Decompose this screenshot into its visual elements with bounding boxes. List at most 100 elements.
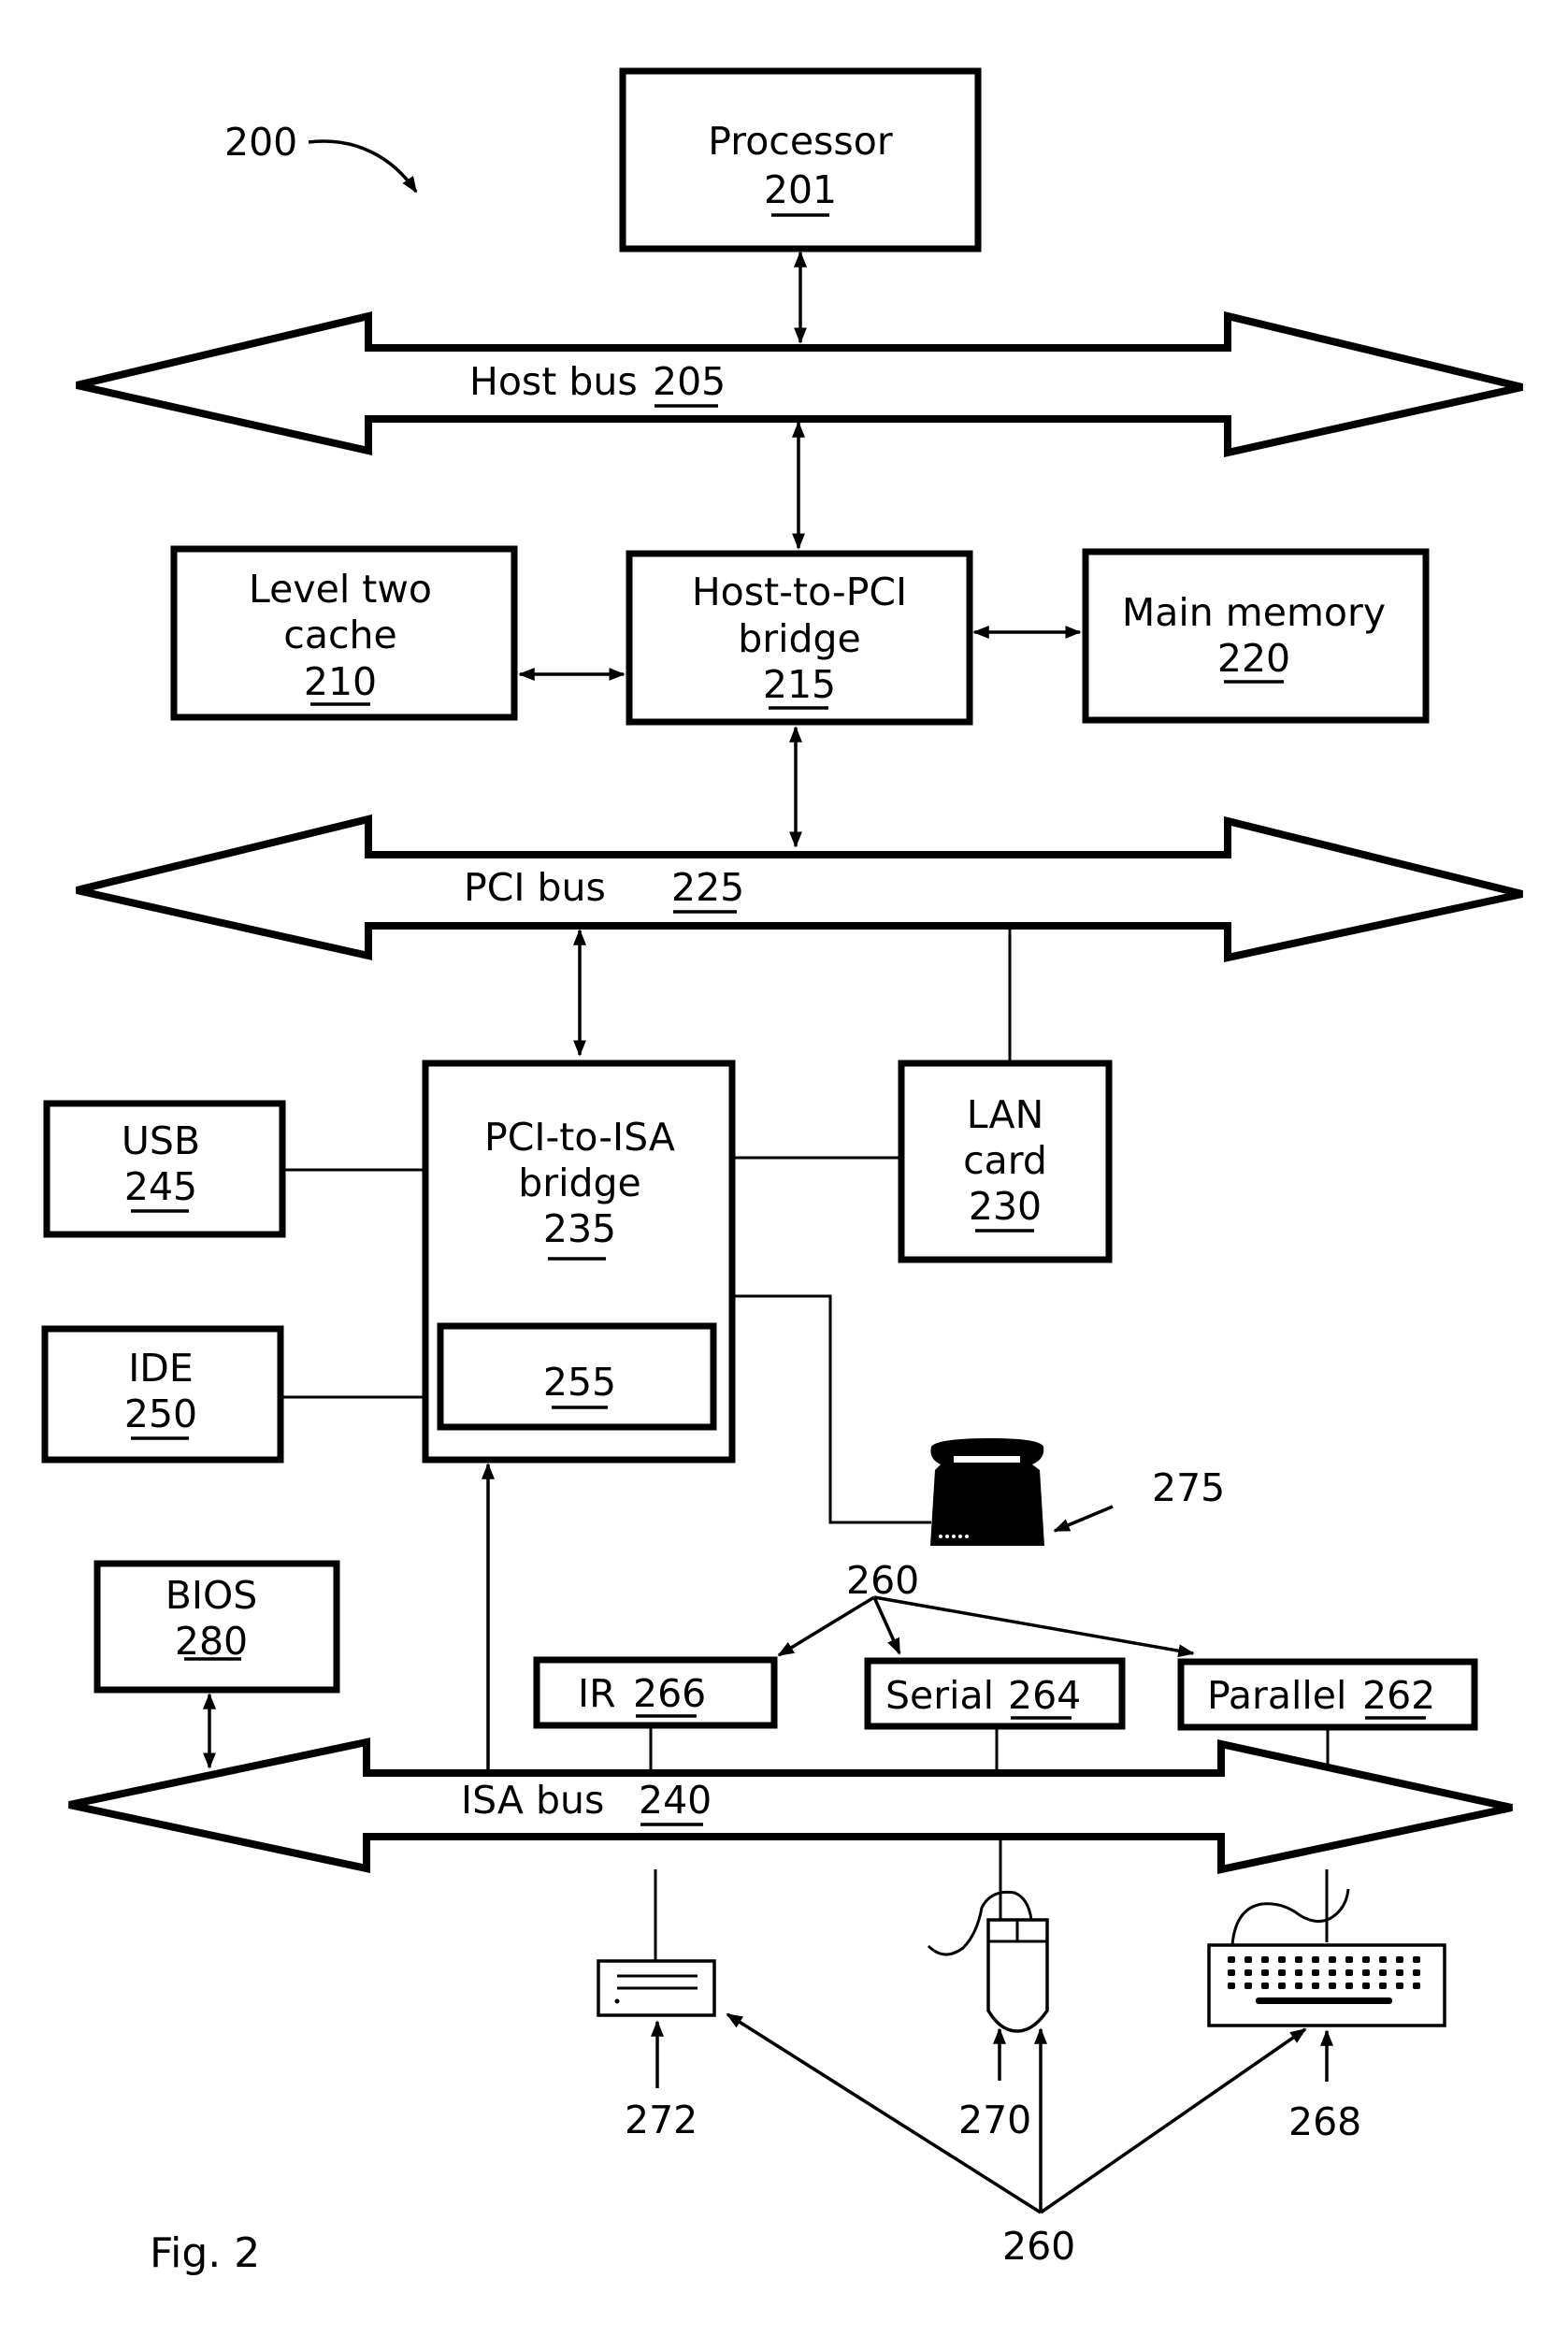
keyboard-key xyxy=(1278,1956,1286,1963)
host-pci-bridge-line2: bridge xyxy=(738,616,861,661)
pci-isa-bridge-ref: 235 xyxy=(543,1206,616,1251)
bios-ref: 280 xyxy=(175,1619,248,1664)
keyboard-key xyxy=(1244,1983,1252,1989)
bios-label: BIOS xyxy=(165,1573,258,1618)
io-group-top-ref: 260 xyxy=(846,1558,919,1603)
keyboard-key xyxy=(1261,1983,1269,1989)
keyboard-key xyxy=(1413,1969,1420,1976)
system-reference-callout: 200 xyxy=(224,120,418,194)
ir-block: IR 266 xyxy=(533,1656,778,1729)
keyboard-key xyxy=(1228,1969,1235,1976)
isa-bus: ISA bus 240 xyxy=(68,1738,1513,1874)
ir-label: IR xyxy=(578,1671,616,1716)
keyboard-key xyxy=(1244,1956,1252,1963)
keyboard-key xyxy=(1295,1956,1302,1963)
keyboard-key xyxy=(1379,1969,1387,1976)
serial-ref: 264 xyxy=(1008,1673,1081,1718)
keyboard-key xyxy=(1345,1983,1353,1989)
io-callout-parallel-arrow xyxy=(873,1595,1195,1658)
keyboard-key xyxy=(1362,1956,1370,1963)
io-group-bottom-ref: 260 xyxy=(1002,2224,1075,2269)
keyboard-key xyxy=(1261,1969,1269,1976)
parallel-block: Parallel 262 xyxy=(1177,1658,1478,1731)
keyboard-key xyxy=(1312,1969,1319,1976)
keyboard-key xyxy=(1345,1969,1353,1976)
usb-ref: 245 xyxy=(124,1164,197,1209)
pci-bus-ref: 225 xyxy=(671,865,744,910)
l2-cache-ref: 210 xyxy=(304,659,377,704)
l2-cache-block: Level two cache 210 xyxy=(170,545,518,721)
ide-ref: 250 xyxy=(124,1392,197,1436)
keyboard-key xyxy=(1261,1956,1269,1963)
floppy-ref: 272 xyxy=(625,2098,698,2142)
keyboard-key xyxy=(1396,1956,1403,1963)
usb-block: USB 245 xyxy=(43,1100,286,1238)
usb-label: USB xyxy=(122,1118,200,1163)
keyboard-ref: 268 xyxy=(1288,2099,1361,2144)
keyboard-key xyxy=(1295,1969,1302,1976)
keyboard-key xyxy=(1312,1956,1319,1963)
host-bus-ref: 205 xyxy=(653,359,726,404)
lan-card-line1: LAN xyxy=(967,1092,1044,1137)
io-callout-keyboard-arrow xyxy=(1040,2027,1307,2214)
pci-isa-bridge-block: PCI-to-ISA bridge 235 255 xyxy=(422,1060,736,1464)
lan-card-ref: 230 xyxy=(969,1184,1042,1229)
serial-block: Serial 264 xyxy=(864,1657,1126,1730)
mouse-ref: 270 xyxy=(958,2098,1031,2142)
keyboard-key xyxy=(1278,1983,1286,1989)
keyboard-key xyxy=(1345,1956,1353,1963)
parallel-label: Parallel xyxy=(1207,1673,1346,1718)
pci-bus: PCI bus 225 xyxy=(76,814,1523,962)
isa-bus-label: ISA bus xyxy=(461,1778,604,1823)
main-memory-label: Main memory xyxy=(1122,590,1386,635)
pci-bus-label: PCI bus xyxy=(464,865,606,910)
isa-bus-ref: 240 xyxy=(639,1778,712,1823)
keyboard-key xyxy=(1312,1983,1319,1989)
keyboard-key xyxy=(1278,1969,1286,1976)
keyboard-key xyxy=(1396,1969,1403,1976)
keyboard-key xyxy=(1329,1956,1336,1963)
mouse-icon xyxy=(927,1890,1049,2033)
processor-label: Processor xyxy=(708,119,893,164)
host-pci-bridge-line1: Host-to-PCI xyxy=(692,570,907,614)
figure-caption: Fig. 2 xyxy=(150,2229,260,2277)
lan-card-line2: card xyxy=(963,1138,1047,1183)
host-pci-bridge-ref: 215 xyxy=(763,662,836,707)
keyboard-key xyxy=(1379,1956,1387,1963)
processor-block: Processor 201 xyxy=(619,67,982,252)
pci-isa-bridge-line2: bridge xyxy=(518,1161,641,1205)
ide-label: IDE xyxy=(128,1346,194,1391)
telephone-ref: 275 xyxy=(1152,1465,1225,1510)
io-callout-ir-arrow xyxy=(777,1595,875,1657)
system-ref-number: 200 xyxy=(224,120,297,165)
keyboard-key xyxy=(1244,1969,1252,1976)
processor-ref: 201 xyxy=(764,167,837,212)
keyboard-key xyxy=(1413,1956,1420,1963)
keyboard-key xyxy=(1379,1983,1387,1989)
keyboard-key xyxy=(1396,1983,1403,1989)
telephone-callout-arrow xyxy=(1053,1505,1114,1533)
host-bus-label: Host bus xyxy=(469,359,638,404)
telephone-icon xyxy=(930,1438,1044,1546)
bridge-inner-ref: 255 xyxy=(543,1360,616,1405)
bios-block: BIOS 280 xyxy=(94,1560,340,1694)
curved-arrow-icon xyxy=(308,139,418,194)
system-block-diagram: 200 Processor 201 Host bus 205 Level two… xyxy=(41,67,1523,2277)
l2-cache-line2: cache xyxy=(283,613,396,657)
keyboard-key xyxy=(1295,1983,1302,1989)
keyboard-key xyxy=(1329,1969,1336,1976)
keyboard-key xyxy=(1362,1983,1370,1989)
keyboard-key xyxy=(1329,1983,1336,1989)
keyboard-key xyxy=(1228,1983,1235,1989)
io-callout-serial-arrow xyxy=(872,1596,901,1655)
ide-block: IDE 250 xyxy=(41,1325,284,1464)
parallel-ref: 262 xyxy=(1362,1673,1435,1718)
telephone-wire xyxy=(732,1294,931,1524)
l2-cache-line1: Level two xyxy=(249,567,432,612)
keyboard-key xyxy=(1228,1956,1235,1963)
host-pci-bridge-block: Host-to-PCI bridge 215 xyxy=(626,550,973,726)
keyboard-key xyxy=(1362,1969,1370,1976)
floppy-drive-icon xyxy=(597,1959,716,2017)
main-memory-ref: 220 xyxy=(1217,636,1290,681)
main-memory-block: Main memory 220 xyxy=(1082,548,1430,724)
